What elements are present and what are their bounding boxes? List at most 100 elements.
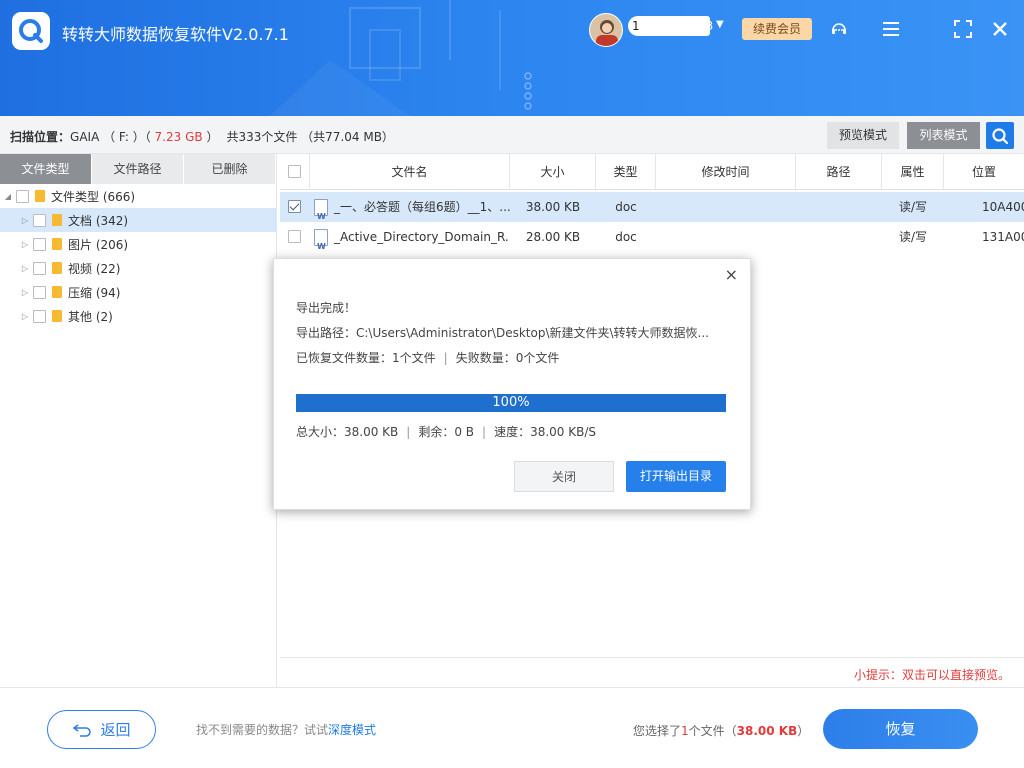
expand-triangle-icon[interactable]: ▷ [20, 288, 30, 297]
word-doc-icon [314, 229, 328, 252]
bottom-bar: 返回 找不到需要的数据？试试深度模式 您选择了1个文件（38.00 KB） 恢复 [0, 687, 1024, 768]
tab-file-path[interactable]: 文件路径 [92, 154, 184, 184]
select-all-checkbox[interactable] [288, 165, 301, 178]
recover-button[interactable]: 恢复 [823, 709, 978, 749]
folder-icon [52, 214, 62, 226]
scan-location: 扫描位置：GAIA （ F: ）（ 7.23 GB ）共333个文件 （共77.… [10, 130, 394, 144]
file-name-cell: _Active_Directory_Domain_R... [314, 222, 510, 252]
left-panel: 文件类型 文件路径 已删除 ◢ 文件类型 (666) ▷ 文档 (342) ▷ … [0, 154, 277, 687]
row-checkbox[interactable] [288, 230, 301, 243]
recover-count-text: 已恢复文件数量：1个文件 | 失败数量：0个文件 [296, 351, 560, 365]
scan-info-bar: 扫描位置：GAIA （ F: ）（ 7.23 GB ）共333个文件 （共77.… [0, 116, 1024, 154]
row-checkbox-cell [288, 192, 308, 222]
expand-triangle-icon[interactable]: ▷ [20, 240, 30, 249]
user-menu-caret-icon[interactable]: ▼ [716, 19, 724, 30]
tree-item-other[interactable]: ▷ 其他 (2) [0, 304, 277, 328]
back-arrow-icon [73, 723, 92, 737]
tree-item-label: 其他 (2) [68, 309, 113, 324]
deep-mode-link[interactable]: 深度模式 [328, 723, 376, 737]
export-done-text: 导出完成！ [296, 301, 357, 315]
column-header-path[interactable]: 路径 [796, 154, 882, 190]
preview-mode-button[interactable]: 预览模式 [827, 122, 899, 149]
file-size: 28.00 KB [525, 230, 581, 244]
file-attr: 读/写 [898, 230, 928, 244]
renew-vip-button[interactable]: 续费会员 [742, 18, 812, 40]
tree-item-label: 图片 (206) [68, 237, 129, 252]
tree-item-label: 文档 (342) [68, 213, 129, 228]
tab-deleted[interactable]: 已删除 [184, 154, 276, 184]
export-progress-bar: 100% [296, 394, 726, 412]
tree-item-documents[interactable]: ▷ 文档 (342) [0, 208, 277, 232]
user-avatar[interactable] [589, 13, 623, 47]
maximize-icon[interactable] [952, 18, 974, 40]
folder-icon [35, 190, 45, 202]
file-type: doc [615, 200, 637, 214]
app-title: 转转大师数据恢复软件V2.0.7.1 [62, 25, 289, 44]
select-all-cell [280, 154, 310, 190]
preview-tip: 小提示：双击可以直接预览。 [853, 668, 1010, 682]
back-button-label: 返回 [100, 721, 131, 739]
expand-triangle-icon[interactable]: ▷ [20, 216, 30, 225]
folder-icon [52, 310, 62, 322]
tree-item-checkbox[interactable] [33, 309, 46, 323]
dialog-close-button[interactable]: 关闭 [514, 461, 614, 492]
file-position: 10A400 [982, 200, 1024, 214]
column-header-size[interactable]: 大小 [510, 154, 596, 190]
dialog-close-icon[interactable]: × [725, 265, 738, 284]
file-path [796, 192, 882, 222]
file-position: 131A00 [982, 230, 1024, 244]
tip-bar: 小提示：双击可以直接预览。 [280, 657, 1024, 687]
expand-triangle-icon[interactable]: ▷ [20, 312, 30, 321]
tree-item-checkbox[interactable] [33, 237, 46, 251]
file-name-cell: _一、必答题（每组6题）__1、... [314, 192, 510, 222]
selection-info: 您选择了1个文件（38.00 KB） [633, 724, 810, 738]
tree-item-videos[interactable]: ▷ 视频 (22) [0, 256, 277, 280]
tree-root[interactable]: ◢ 文件类型 (666) [0, 184, 277, 208]
tree-item-label: 视频 (22) [68, 261, 121, 276]
tree-root-checkbox[interactable] [16, 189, 29, 203]
list-mode-button[interactable]: 列表模式 [907, 122, 980, 149]
tree-item-checkbox[interactable] [33, 261, 46, 275]
export-path-text: 导出路径：C:\Users\Administrator\Desktop\新建文件… [296, 326, 709, 340]
collapse-triangle-icon[interactable]: ◢ [3, 192, 13, 201]
column-header-mtime[interactable]: 修改时间 [656, 154, 796, 190]
tree-item-archives[interactable]: ▷ 压缩 (94) [0, 280, 277, 304]
transfer-stats: 总大小：38.00 KB | 剩余：0 B | 速度：38.00 KB/S [296, 425, 596, 439]
column-header-name[interactable]: 文件名 [310, 154, 510, 190]
open-output-dir-button[interactable]: 打开输出目录 [626, 461, 726, 492]
search-icon [992, 127, 1009, 144]
column-header-type[interactable]: 类型 [596, 154, 656, 190]
row-checkbox[interactable] [288, 200, 301, 213]
username[interactable]: 13 [628, 16, 713, 36]
close-icon[interactable] [989, 18, 1011, 40]
left-tabs: 文件类型 文件路径 已删除 [0, 154, 276, 184]
word-doc-icon [314, 199, 328, 222]
deep-mode-hint: 找不到需要的数据？试试深度模式 [196, 723, 377, 737]
tree-root-label: 文件类型 (666) [51, 189, 136, 204]
file-type: doc [615, 230, 637, 244]
menu-icon[interactable] [880, 18, 902, 40]
expand-triangle-icon[interactable]: ▷ [20, 264, 30, 273]
file-attr: 读/写 [898, 200, 928, 214]
search-button[interactable] [986, 122, 1014, 149]
back-button[interactable]: 返回 [47, 710, 156, 749]
tree-item-checkbox[interactable] [33, 285, 46, 299]
progress-label: 100% [492, 395, 530, 410]
folder-icon [52, 286, 62, 298]
column-header-pos[interactable]: 位置 [944, 154, 1024, 190]
tree-item-images[interactable]: ▷ 图片 (206) [0, 232, 277, 256]
tree-item-label: 压缩 (94) [68, 285, 121, 300]
folder-icon [52, 262, 62, 274]
file-path [796, 222, 882, 252]
export-complete-dialog: × 导出完成！ 导出路径：C:\Users\Administrator\Desk… [273, 258, 751, 510]
app-logo [12, 12, 50, 50]
tab-file-type[interactable]: 文件类型 [0, 154, 92, 184]
table-row[interactable]: _Active_Directory_Domain_R... 28.00 KB d… [280, 222, 1024, 252]
headset-icon[interactable] [828, 18, 850, 40]
file-mtime [656, 192, 796, 222]
table-header: 文件名 大小 类型 修改时间 路径 属性 位置 [280, 154, 1024, 190]
file-size: 38.00 KB [525, 200, 581, 214]
column-header-attr[interactable]: 属性 [882, 154, 944, 190]
tree-item-checkbox[interactable] [33, 213, 46, 227]
table-row[interactable]: _一、必答题（每组6题）__1、... 38.00 KB doc 读/写 10A… [280, 192, 1024, 222]
